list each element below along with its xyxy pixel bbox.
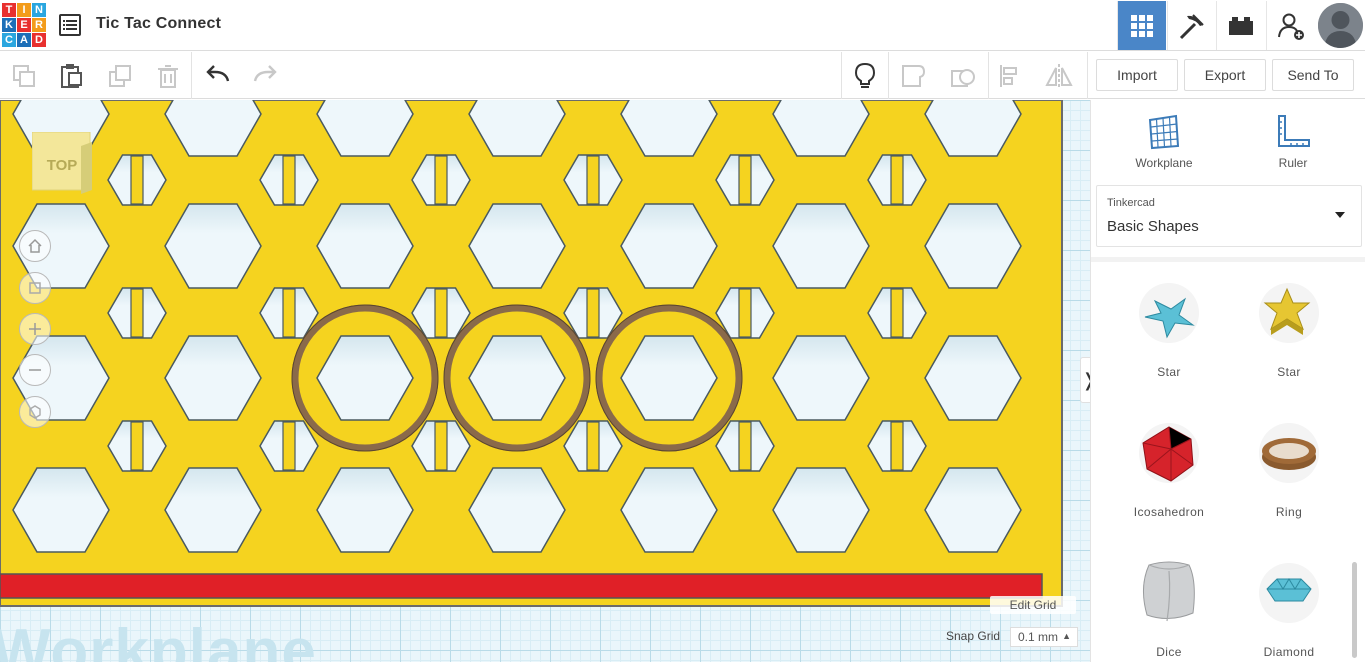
profile-avatar[interactable] bbox=[1318, 3, 1363, 48]
zoom-out-icon[interactable] bbox=[19, 354, 51, 386]
shapes-panel: Workplane Ruler Tinkercad Basic Shapes S… bbox=[1090, 100, 1365, 662]
paste-icon[interactable] bbox=[56, 61, 86, 91]
design-list-icon[interactable] bbox=[59, 14, 81, 36]
home-icon[interactable] bbox=[19, 230, 51, 262]
shape-label: Icosahedron bbox=[1133, 505, 1205, 519]
add-user-icon[interactable] bbox=[1266, 1, 1315, 50]
game-board[interactable] bbox=[0, 100, 1064, 608]
3d-design-grid-icon[interactable] bbox=[1117, 1, 1166, 50]
ruler-tool-label: Ruler bbox=[1278, 156, 1308, 170]
workplane-canvas[interactable]: Workplane TOP Edit Grid Snap Grid 0.1 mm… bbox=[0, 100, 1090, 662]
blue-star-icon bbox=[1139, 283, 1199, 343]
redo-icon[interactable] bbox=[250, 61, 280, 91]
logo-letter: T bbox=[2, 3, 16, 17]
top-bar: TIN KER CAD Tic Tac Connect bbox=[0, 0, 1365, 51]
notes-lightbulb-icon[interactable] bbox=[850, 61, 880, 91]
shape-label: Star bbox=[1157, 365, 1181, 379]
logo-letter: E bbox=[17, 18, 31, 32]
undo-icon[interactable] bbox=[203, 61, 233, 91]
shape-label: Ring bbox=[1275, 505, 1303, 519]
board-rim-strip bbox=[0, 573, 1043, 599]
brown-ring-icon bbox=[1259, 423, 1319, 483]
panel-scrollbar[interactable] bbox=[1352, 562, 1357, 658]
logo-letter: K bbox=[2, 18, 16, 32]
shape-star-blue[interactable]: Star bbox=[1109, 265, 1229, 395]
shape-library-select[interactable]: Tinkercad Basic Shapes bbox=[1096, 185, 1362, 247]
fit-icon[interactable] bbox=[19, 272, 51, 304]
snap-grid-label: Snap Grid bbox=[946, 629, 1001, 643]
logo-letter: A bbox=[17, 33, 31, 47]
logo-letter: C bbox=[2, 33, 16, 47]
shape-label: Dice bbox=[1156, 645, 1182, 659]
workplane-tool-label: Workplane bbox=[1135, 156, 1193, 170]
export-button[interactable]: Export bbox=[1184, 59, 1266, 91]
workplane-label: Workplane bbox=[0, 617, 317, 662]
logo-letter: R bbox=[32, 18, 46, 32]
shape-ring[interactable]: Ring bbox=[1229, 405, 1349, 535]
shape-label: Star bbox=[1277, 365, 1301, 379]
ruler-icon bbox=[1278, 115, 1310, 147]
align-icon[interactable] bbox=[996, 61, 1026, 91]
view-cube-top-label: TOP bbox=[47, 157, 78, 174]
codeblocks-pickaxe-icon[interactable] bbox=[1167, 1, 1216, 50]
snap-grid-select[interactable]: 0.1 mm ▲ bbox=[1010, 627, 1078, 647]
teal-diamond-icon bbox=[1259, 563, 1319, 623]
ungroup-icon[interactable] bbox=[948, 61, 978, 91]
shape-icosahedron[interactable]: Icosahedron bbox=[1109, 405, 1229, 535]
send-to-button[interactable]: Send To bbox=[1272, 59, 1354, 91]
shape-diamond[interactable]: Diamond bbox=[1229, 545, 1349, 662]
ruler-tool[interactable]: Ruler bbox=[1248, 112, 1338, 172]
logo-letter: N bbox=[32, 3, 46, 17]
library-caption: Tinkercad bbox=[1107, 197, 1155, 209]
yellow-star-icon bbox=[1259, 283, 1319, 343]
logo-letter: I bbox=[17, 3, 31, 17]
duplicate-icon[interactable] bbox=[105, 61, 135, 91]
edit-toolbar: Import Export Send To bbox=[0, 52, 1365, 99]
shape-star-yellow[interactable]: Star bbox=[1229, 265, 1349, 395]
shape-label: Diamond bbox=[1263, 645, 1315, 659]
workplane-icon bbox=[1148, 114, 1180, 150]
dropdown-arrow-icon bbox=[1335, 212, 1345, 218]
edit-grid-button[interactable]: Edit Grid bbox=[990, 596, 1076, 614]
panel-divider bbox=[1091, 257, 1365, 262]
zoom-in-icon[interactable] bbox=[19, 313, 51, 345]
caret-up-icon: ▲ bbox=[1062, 631, 1071, 641]
logo-letter: D bbox=[32, 33, 46, 47]
dice-icon bbox=[1143, 561, 1195, 622]
shape-dice[interactable]: Dice bbox=[1109, 545, 1229, 662]
mirror-icon[interactable] bbox=[1044, 61, 1074, 91]
view-cube[interactable]: TOP bbox=[31, 131, 94, 194]
delete-icon[interactable] bbox=[153, 61, 183, 91]
bricks-icon[interactable] bbox=[1216, 1, 1265, 50]
tinkercad-logo[interactable]: TIN KER CAD bbox=[2, 3, 46, 47]
perspective-icon[interactable] bbox=[19, 396, 51, 428]
red-icosahedron-icon bbox=[1139, 423, 1199, 483]
library-value: Basic Shapes bbox=[1107, 218, 1199, 235]
snap-grid-value: 0.1 mm bbox=[1018, 630, 1059, 644]
design-title[interactable]: Tic Tac Connect bbox=[96, 15, 221, 33]
workplane-tool[interactable]: Workplane bbox=[1119, 112, 1209, 172]
import-button[interactable]: Import bbox=[1096, 59, 1178, 91]
group-icon[interactable] bbox=[899, 61, 929, 91]
copy-icon[interactable] bbox=[9, 61, 39, 91]
